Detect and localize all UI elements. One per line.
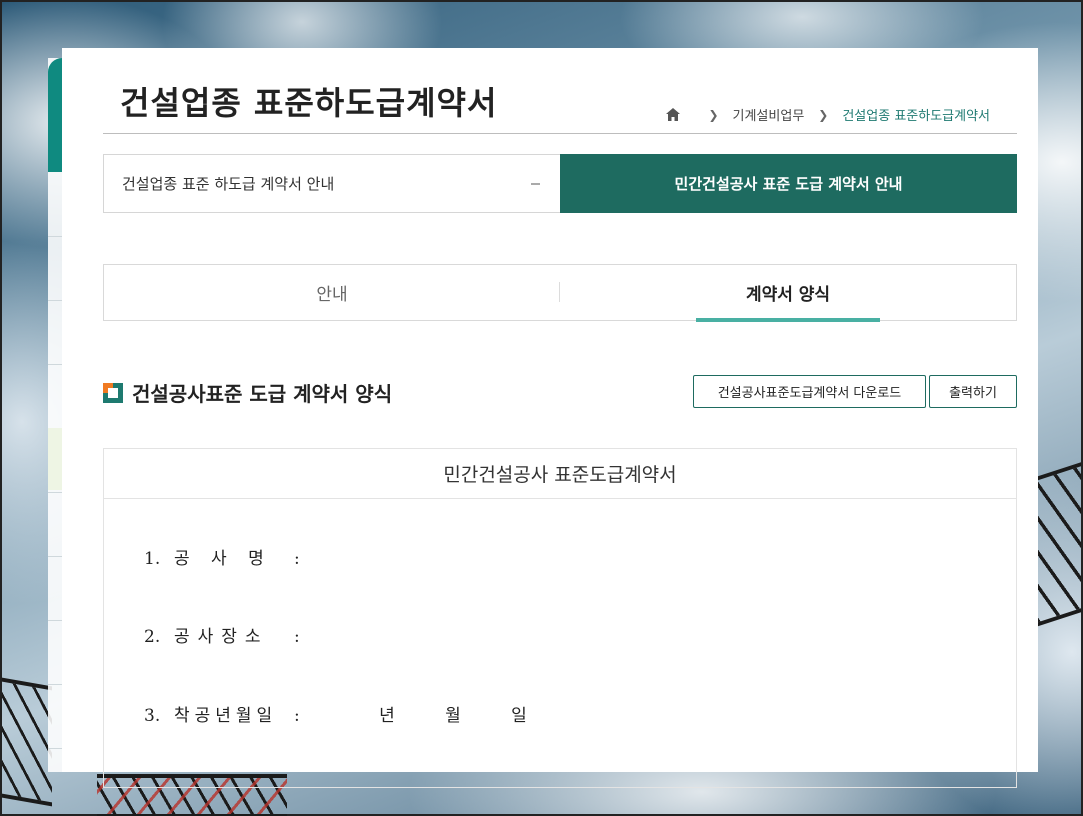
sidebar-divider [48, 300, 62, 301]
row-label: 공사장소 [174, 627, 269, 647]
active-tab-indicator [696, 318, 880, 322]
tab-contract-form[interactable]: 계약서 양식 [560, 265, 1016, 322]
sidebar-divider [48, 684, 62, 685]
minus-icon [531, 182, 540, 185]
row-label: 착공년월일 [174, 706, 278, 726]
sidebar-accent [48, 58, 62, 172]
crane-structure [2, 677, 52, 807]
document-row: 3. 착공년월일 : 년 월 일 [144, 701, 552, 726]
page-title: 건설업종 표준하도급계약서 [120, 84, 498, 122]
tab-label: 계약서 양식 [745, 285, 831, 305]
section-heading: 건설공사표준 도급 계약서 양식 [103, 378, 392, 407]
breadcrumb-current[interactable]: 건설업종 표준하도급계약서 [842, 105, 990, 124]
category-nav: 건설업종 표준 하도급 계약서 안내 민간건설공사 표준 도급 계약서 안내 [103, 154, 1017, 213]
document-row: 1. 공 사 명 : [144, 544, 334, 569]
row-label: 공 사 명 [174, 549, 272, 569]
print-button[interactable]: 출력하기 [929, 375, 1017, 408]
row-colon: : [294, 706, 300, 726]
breadcrumb-item[interactable]: 기계설비업무 [733, 105, 805, 124]
sidebar-divider [48, 620, 62, 621]
subtab-bar: 안내 계약서 양식 [103, 264, 1017, 322]
content-panel: 건설업종 표준하도급계약서 ❯ 기계설비업무 ❯ 건설업종 표준하도급계약서 건… [62, 48, 1038, 788]
title-divider [103, 133, 1017, 134]
home-icon[interactable] [666, 108, 681, 121]
day-label: 일 [511, 706, 527, 726]
category-select-label: 건설업종 표준 하도급 계약서 안내 [122, 175, 335, 193]
contract-document: 민간건설공사 표준도급계약서 1. 공 사 명 : 2. 공사장소 : 3. 착… [103, 448, 1017, 788]
download-button[interactable]: 건설공사표준도급계약서 다운로드 [693, 375, 926, 408]
section-square-icon [103, 382, 123, 403]
sidebar-menu [48, 58, 62, 772]
row-number: 1. [144, 549, 161, 569]
section-title: 건설공사표준 도급 계약서 양식 [132, 382, 393, 406]
sidebar-divider [48, 236, 62, 237]
document-title: 민간건설공사 표준도급계약서 [104, 449, 1016, 499]
row-number: 3. [144, 706, 161, 726]
tab-guide[interactable]: 안내 [104, 265, 560, 320]
category-tab-label: 민간건설공사 표준 도급 계약서 안내 [674, 175, 903, 193]
year-label: 년 [379, 706, 395, 726]
document-row: 2. 공사장소 : [144, 622, 334, 647]
sidebar-divider [48, 364, 62, 365]
sidebar-divider [48, 556, 62, 557]
row-colon: : [294, 627, 300, 647]
tab-label: 안내 [316, 285, 348, 305]
sidebar-item-highlight[interactable] [48, 428, 62, 490]
chevron-right-icon: ❯ [818, 107, 829, 122]
row-colon: : [294, 549, 300, 569]
category-tab-active[interactable]: 민간건설공사 표준 도급 계약서 안내 [560, 154, 1017, 213]
breadcrumb: ❯ 기계설비업무 ❯ 건설업종 표준하도급계약서 [666, 105, 990, 124]
month-label: 월 [445, 706, 461, 726]
sidebar-divider [48, 492, 62, 493]
sidebar-divider [48, 748, 62, 749]
row-number: 2. [144, 627, 161, 647]
chevron-right-icon: ❯ [708, 107, 719, 122]
category-select[interactable]: 건설업종 표준 하도급 계약서 안내 [103, 154, 560, 213]
